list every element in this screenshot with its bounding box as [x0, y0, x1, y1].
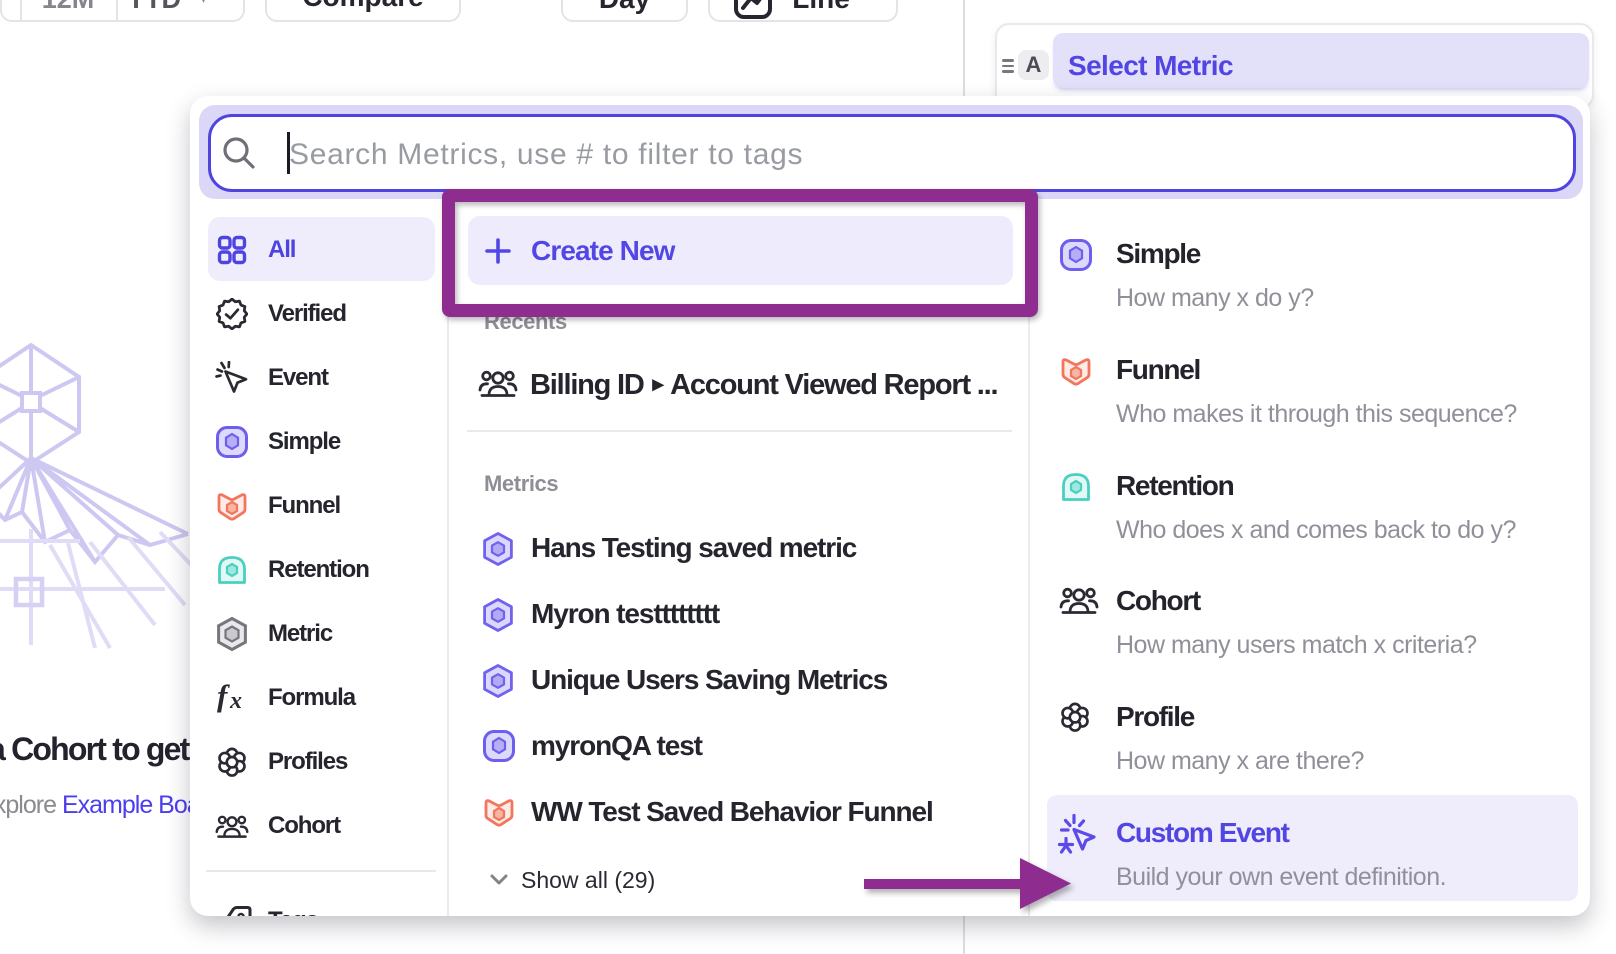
svg-text:f: f [217, 681, 230, 713]
svg-text:x: x [229, 688, 242, 714]
